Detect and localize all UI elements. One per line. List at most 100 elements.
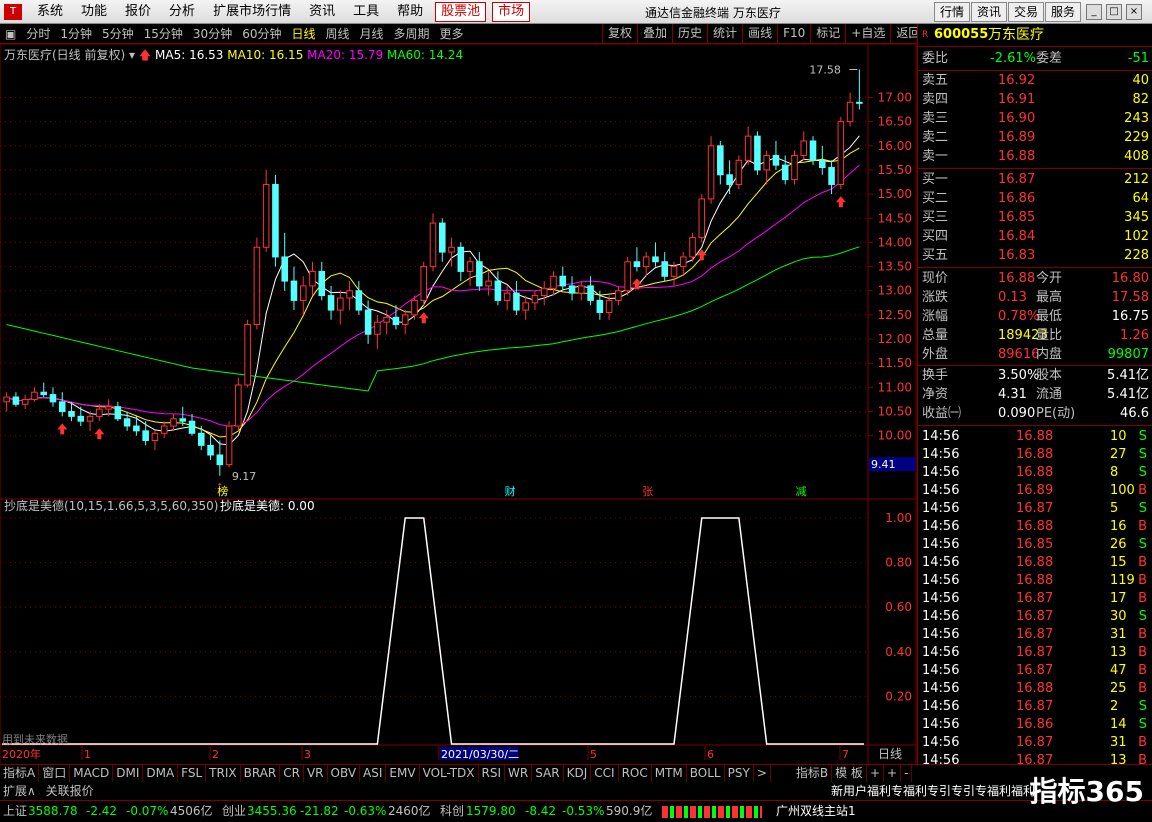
indicator-tab-5[interactable]: FSL — [178, 765, 207, 782]
period-tab-7[interactable]: 周线 — [321, 25, 355, 42]
indicator-tab-10[interactable]: OBV — [328, 765, 361, 782]
chart-tool-2[interactable]: 历史 — [672, 24, 707, 44]
period-tab-2[interactable]: 5分钟 — [97, 25, 139, 42]
candle-body — [272, 183, 279, 258]
indicator-tab-0[interactable]: 指标A — [0, 765, 40, 782]
stat-label: 量比 — [1036, 328, 1063, 343]
period-tab-9[interactable]: 多周期 — [389, 25, 435, 42]
menu-system[interactable]: 系统 — [28, 1, 72, 23]
indicator-tab-22[interactable]: PSY — [725, 765, 754, 782]
app-logo-icon: T — [4, 3, 22, 20]
indicator-tab-7[interactable]: BRAR — [241, 765, 281, 782]
chart-tool-6[interactable]: 标记 — [810, 24, 845, 44]
kc-amount: 590.9亿 — [606, 804, 653, 818]
tick-side: S — [1138, 537, 1147, 552]
indicator-tab-6[interactable]: TRIX — [206, 765, 241, 782]
period-tab-3[interactable]: 15分钟 — [139, 25, 188, 42]
indicator-tab-21[interactable]: BOLL — [687, 765, 725, 782]
price-tick-label: 13.50 — [878, 260, 912, 274]
menu-analysis[interactable]: 分析 — [160, 1, 204, 23]
indicator-tab-23[interactable]: > — [754, 765, 771, 782]
indicator-tab-12[interactable]: EMV — [386, 765, 420, 782]
news-ticker[interactable]: 新用户福利专福利专引专引专福利福利 — [831, 782, 1035, 800]
indicator-tab-17[interactable]: KDJ — [564, 765, 592, 782]
candle-body — [624, 261, 631, 292]
btn-info[interactable]: 资讯 — [971, 2, 1008, 22]
indicator-tab-3[interactable]: DMI — [113, 765, 144, 782]
close-icon[interactable]: × — [1126, 4, 1142, 20]
chart-tool-0[interactable]: 复权 — [602, 24, 637, 44]
indicator-tab-13[interactable]: VOL-TDX — [420, 765, 479, 782]
tick-price: 16.87 — [1016, 591, 1054, 606]
period-menu-icon[interactable]: ▣ — [0, 27, 21, 41]
ask-price: 16.88 — [998, 149, 1036, 164]
tick-time: 14:56 — [922, 573, 960, 588]
indicator-tab-24[interactable]: 指标B — [793, 765, 833, 782]
btn-service[interactable]: 服务 — [1045, 2, 1082, 22]
menu-quote[interactable]: 报价 — [116, 1, 160, 23]
indicator-tab-16[interactable]: SAR — [532, 765, 564, 782]
indicator-tab-19[interactable]: ROC — [619, 765, 652, 782]
candle-body — [337, 297, 344, 311]
period-tab-1[interactable]: 1分钟 — [55, 25, 97, 42]
indicator-tab-20[interactable]: MTM — [652, 765, 687, 782]
related-quote[interactable]: 关联报价 — [46, 784, 94, 798]
indicator-tab-18[interactable]: CCI — [591, 765, 619, 782]
indicator-tab-11[interactable]: ASI — [360, 765, 387, 782]
chart-tool-7[interactable]: +自选 — [845, 24, 890, 44]
period-tab-10[interactable]: 更多 — [435, 25, 469, 42]
btn-quote[interactable]: 行情 — [934, 2, 971, 22]
indicator-tab-25[interactable]: 模 板 — [832, 765, 867, 782]
chart-tool-1[interactable]: 叠加 — [637, 24, 672, 44]
indicator-tab-28[interactable]: - — [901, 765, 913, 782]
date-label: 2021/03/30/二 — [441, 748, 519, 761]
menu-tools[interactable]: 工具 — [344, 1, 388, 23]
tick-price: 16.87 — [1016, 663, 1054, 678]
period-tab-5[interactable]: 60分钟 — [237, 25, 286, 42]
menu-function[interactable]: 功能 — [72, 1, 116, 23]
indicator-tab-14[interactable]: RSI — [479, 765, 506, 782]
indicator-tab-26[interactable]: + — [867, 765, 884, 782]
period-tab-6[interactable]: 日线 — [286, 25, 320, 42]
indicator-tab-4[interactable]: DMA — [143, 765, 179, 782]
minimize-icon[interactable]: _ — [1086, 4, 1102, 20]
kline-chart[interactable]: 17.58 9.17 榜 财 张 减 17.00 16.50 16.00 15.50 15.00 1… — [0, 44, 917, 784]
restore-icon[interactable]: □ — [1106, 4, 1122, 20]
chart-tool-3[interactable]: 统计 — [707, 24, 742, 44]
buy-signal-arrow-icon — [57, 423, 68, 435]
tick-time: 14:56 — [922, 645, 960, 660]
chart-tool-5[interactable]: F10 — [777, 24, 810, 44]
stat-value: 99807 — [1107, 347, 1149, 362]
server-name[interactable]: 广州双线主站1 — [776, 801, 856, 822]
candle-body — [772, 154, 780, 166]
tick-row: 14:56 16.88 119 B — [918, 572, 1152, 590]
ask-volume: 82 — [1132, 92, 1149, 107]
candle-body — [123, 418, 131, 427]
period-tab-0[interactable]: 分时 — [21, 25, 55, 42]
expand-bar: 扩展∧ 关联报价 新用户福利专福利专引专引专福利福利 — [0, 782, 1152, 800]
indicator-tab-15[interactable]: WR — [505, 765, 533, 782]
btn-trade[interactable]: 交易 — [1008, 2, 1045, 22]
chart-toolbar: 复权 叠加 历史 统计 画线 F10 标记 +自选 返回 — [602, 24, 925, 44]
menu-help[interactable]: 帮助 — [388, 1, 432, 23]
menu-ext-market[interactable]: 扩展市场行情 — [204, 1, 300, 23]
ask-price: 16.91 — [998, 92, 1036, 107]
stock-code: 600055 — [934, 27, 989, 42]
tick-price: 16.87 — [1016, 699, 1054, 714]
candle-body — [466, 261, 474, 272]
chart-tool-4[interactable]: 画线 — [742, 24, 777, 44]
indicator-tab-27[interactable]: + — [884, 765, 902, 782]
menu-stock-pool[interactable]: 股票池 — [435, 1, 487, 22]
indicator-tab-8[interactable]: CR — [280, 765, 304, 782]
indicator-tab-9[interactable]: VR — [304, 765, 328, 782]
expand-toggle[interactable]: 扩展∧ — [3, 784, 36, 798]
menu-market[interactable]: 市场 — [492, 1, 531, 22]
period-tab-4[interactable]: 30分钟 — [188, 25, 237, 42]
menu-info[interactable]: 资讯 — [300, 1, 344, 23]
indicator-tab-2[interactable]: MACD — [70, 765, 114, 782]
period-tab-8[interactable]: 月线 — [355, 25, 389, 42]
indicator-tab-1[interactable]: 窗口 — [39, 765, 71, 782]
candle-body — [96, 408, 103, 417]
candle-body — [216, 454, 224, 466]
stock-name: 万东医疗 — [988, 27, 1044, 43]
